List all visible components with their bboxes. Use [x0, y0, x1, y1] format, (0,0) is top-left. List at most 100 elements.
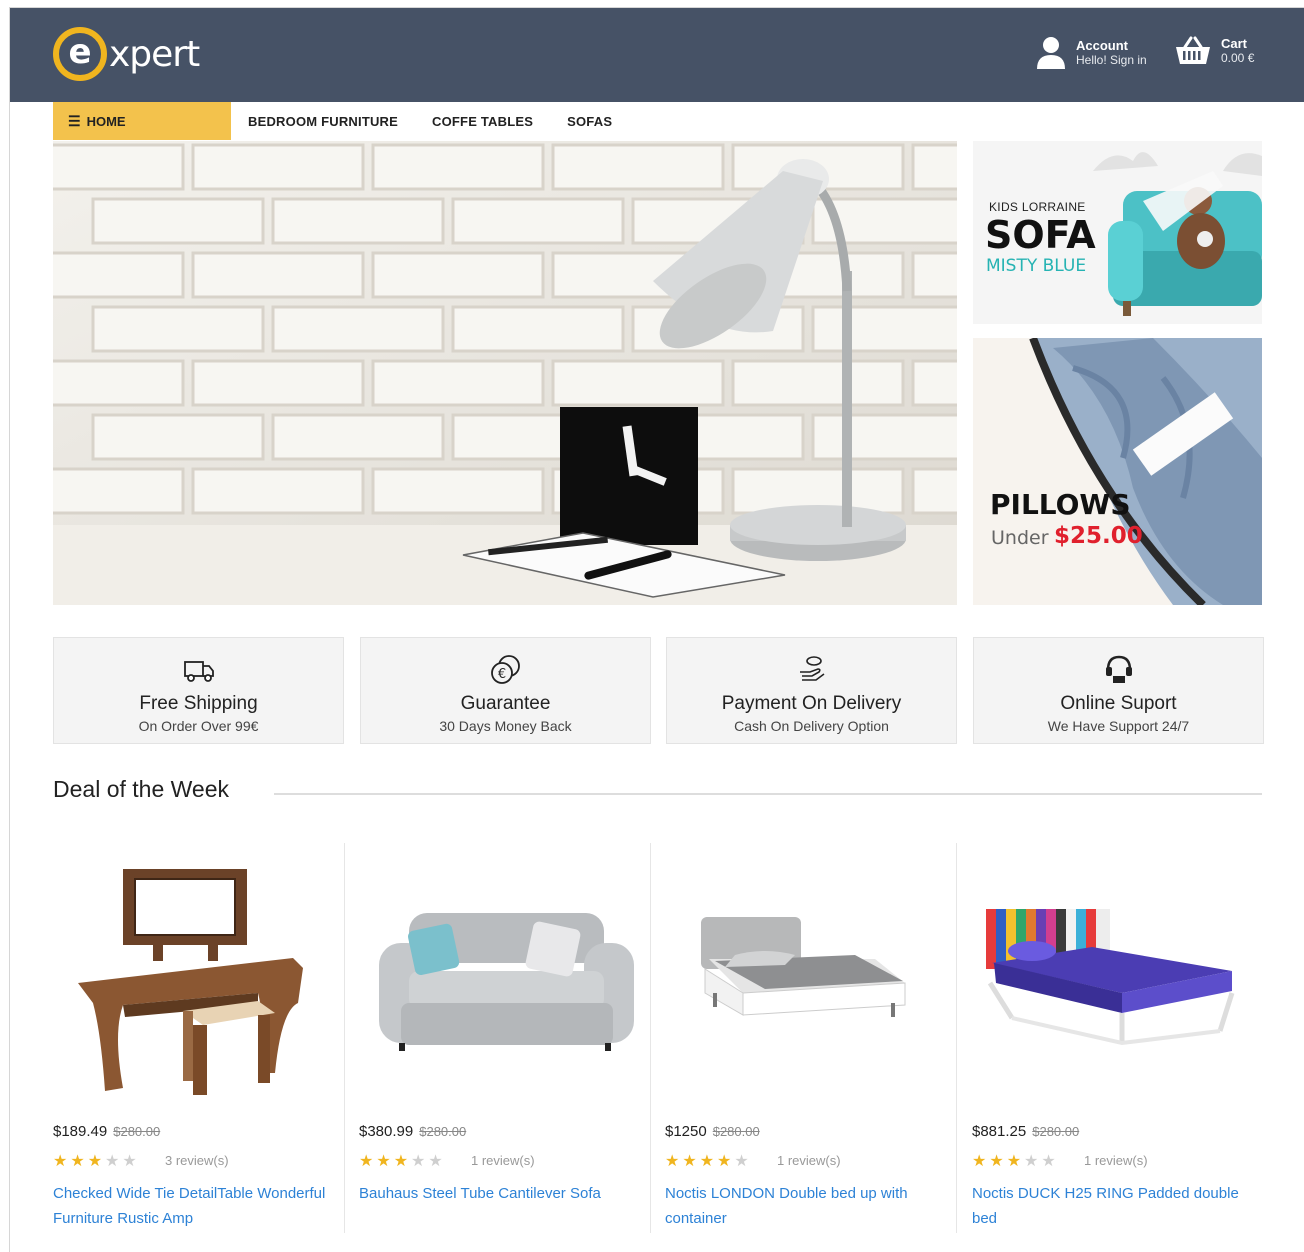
- nav-bedroom-furniture[interactable]: BEDROOM FURNITURE: [248, 114, 398, 129]
- product-price: $189.49 $280.00: [53, 1123, 160, 1140]
- product-price-value: $380.99: [359, 1123, 414, 1140]
- star-icon: ★: [105, 1153, 123, 1170]
- hero-banner[interactable]: [53, 141, 957, 605]
- product-reviews[interactable]: 3 review(s): [165, 1153, 229, 1168]
- feature-subtitle: 30 Days Money Back: [439, 718, 572, 734]
- nav-coffe-tables[interactable]: COFFE TABLES: [432, 114, 533, 129]
- star-icon: ★: [1041, 1153, 1059, 1170]
- product-rating: ★★★★★: [972, 1151, 1059, 1171]
- star-icon: ★: [989, 1153, 1007, 1170]
- product-reviews[interactable]: 1 review(s): [1084, 1153, 1148, 1168]
- feature-subtitle: On Order Over 99€: [138, 718, 259, 734]
- pillows-promo-under: Under: [991, 527, 1049, 549]
- feature-subtitle: We Have Support 24/7: [1047, 718, 1190, 734]
- logo-letter: e: [68, 32, 92, 72]
- star-icon: ★: [393, 1153, 412, 1170]
- feature-title: Guarantee: [460, 693, 551, 714]
- basket-icon: [1176, 36, 1210, 64]
- product-reviews[interactable]: 1 review(s): [471, 1153, 535, 1168]
- star-icon: ★: [53, 1153, 71, 1170]
- feature-guarantee: € Guarantee 30 Days Money Back: [360, 637, 651, 744]
- logo-mark: e: [53, 27, 107, 81]
- star-icon: ★: [122, 1153, 140, 1170]
- sofa-promo-kicker: KIDS LORRAINE: [989, 200, 1086, 214]
- product-rating: ★★★★★: [53, 1151, 140, 1171]
- account-title: Account: [1076, 38, 1128, 53]
- svg-text:€: €: [497, 667, 505, 682]
- product-rating: ★★★★★: [359, 1151, 446, 1171]
- product-old-price: $280.00: [712, 1124, 760, 1139]
- logo-text: xpert: [109, 33, 200, 75]
- headset-icon: [1105, 655, 1132, 683]
- pillows-promo-image: [973, 338, 1262, 605]
- user-icon: [1037, 37, 1065, 69]
- product-name[interactable]: Bauhaus Steel Tube Cantilever Sofa: [359, 1181, 639, 1206]
- star-icon: ★: [734, 1153, 752, 1170]
- coins-icon: €: [490, 655, 520, 684]
- section-divider: [274, 793, 1262, 795]
- product-card[interactable]: $1250 $280.00 ★★★★★ 1 review(s) Noctis LO…: [665, 843, 957, 1233]
- product-name[interactable]: Checked Wide Tie DetailTable Wonderful F…: [53, 1181, 333, 1231]
- feature-subtitle: Cash On Delivery Option: [734, 718, 889, 734]
- product-image[interactable]: [53, 843, 343, 1113]
- nav-home-label: HOME: [86, 113, 126, 129]
- product-name[interactable]: Noctis DUCK H25 RING Padded double bed: [972, 1181, 1252, 1231]
- menu-icon: ☰: [68, 112, 81, 129]
- star-icon: ★: [717, 1153, 735, 1170]
- product-price: $1250 $280.00: [665, 1123, 760, 1140]
- star-icon: ★: [428, 1153, 446, 1170]
- product-price-value: $189.49: [53, 1123, 108, 1140]
- cart-title: Cart: [1221, 36, 1248, 51]
- star-icon: ★: [699, 1153, 718, 1170]
- main-nav: ☰ HOME BEDROOM FURNITURE COFFE TABLES SO…: [53, 102, 629, 140]
- star-icon: ★: [1024, 1153, 1042, 1170]
- star-icon: ★: [1006, 1153, 1025, 1170]
- truck-icon: [183, 661, 214, 682]
- product-image[interactable]: [972, 843, 1262, 1113]
- product-rating: ★★★★★: [665, 1151, 752, 1171]
- star-icon: ★: [411, 1153, 429, 1170]
- nav-sofas[interactable]: SOFAS: [567, 114, 612, 129]
- product-old-price: $280.00: [113, 1124, 161, 1139]
- feature-title: Free Shipping: [139, 693, 258, 714]
- feature-title: Payment On Delivery: [721, 693, 902, 714]
- hero-image: [53, 141, 957, 605]
- product-card[interactable]: $380.99 $280.00 ★★★★★ 1 review(s) Bauhaus…: [359, 843, 651, 1233]
- star-icon: ★: [70, 1153, 88, 1170]
- site-logo[interactable]: e xpert: [53, 26, 200, 82]
- product-price-value: $881.25: [972, 1123, 1027, 1140]
- product-name[interactable]: Noctis LONDON Double bed up with contain…: [665, 1181, 945, 1231]
- star-icon: ★: [972, 1153, 990, 1170]
- site-header: e xpert Account Hello! Sign in Cart 0.00…: [10, 8, 1304, 102]
- feature-title: Online Suport: [1060, 693, 1177, 714]
- sofa-promo-banner[interactable]: KIDS LORRAINE SOFA MISTY BLUE: [973, 141, 1262, 324]
- product-price: $881.25 $280.00: [972, 1123, 1079, 1140]
- sofa-promo-color: MISTY BLUE: [986, 256, 1087, 276]
- star-icon: ★: [359, 1153, 377, 1170]
- product-image[interactable]: [665, 843, 955, 1113]
- star-icon: ★: [665, 1153, 683, 1170]
- cart-total: 0.00 €: [1221, 51, 1255, 65]
- pillows-promo-banner[interactable]: PILLOWS Under $25.00: [973, 338, 1262, 605]
- product-old-price: $280.00: [1032, 1124, 1080, 1139]
- product-old-price: $280.00: [419, 1124, 467, 1139]
- product-price-value: $1250: [665, 1123, 707, 1140]
- nav-home[interactable]: ☰ HOME: [53, 102, 231, 140]
- hand-money-icon: [799, 656, 824, 681]
- product-price: $380.99 $280.00: [359, 1123, 466, 1140]
- product-image[interactable]: [359, 843, 649, 1113]
- product-reviews[interactable]: 1 review(s): [777, 1153, 841, 1168]
- deal-section-title: Deal of the Week: [53, 776, 230, 802]
- product-card[interactable]: $881.25 $280.00 ★★★★★ 1 review(s) Noctis …: [972, 843, 1264, 1233]
- pillows-promo-title: PILLOWS: [990, 488, 1131, 521]
- feature-payment-on-delivery: Payment On Delivery Cash On Delivery Opt…: [666, 637, 957, 744]
- account-subtitle: Hello! Sign in: [1076, 53, 1147, 67]
- star-icon: ★: [376, 1153, 394, 1170]
- feature-free-shipping: Free Shipping On Order Over 99€: [53, 637, 344, 744]
- pillows-promo-price: $25.00: [1054, 523, 1143, 549]
- cart-link[interactable]: Cart 0.00 €: [1175, 36, 1254, 66]
- feature-online-support: Online Suport We Have Support 24/7: [973, 637, 1264, 744]
- star-icon: ★: [87, 1153, 106, 1170]
- product-card[interactable]: $189.49 $280.00 ★★★★★ 3 review(s) Checked…: [53, 843, 345, 1233]
- account-link[interactable]: Account Hello! Sign in: [1036, 36, 1147, 70]
